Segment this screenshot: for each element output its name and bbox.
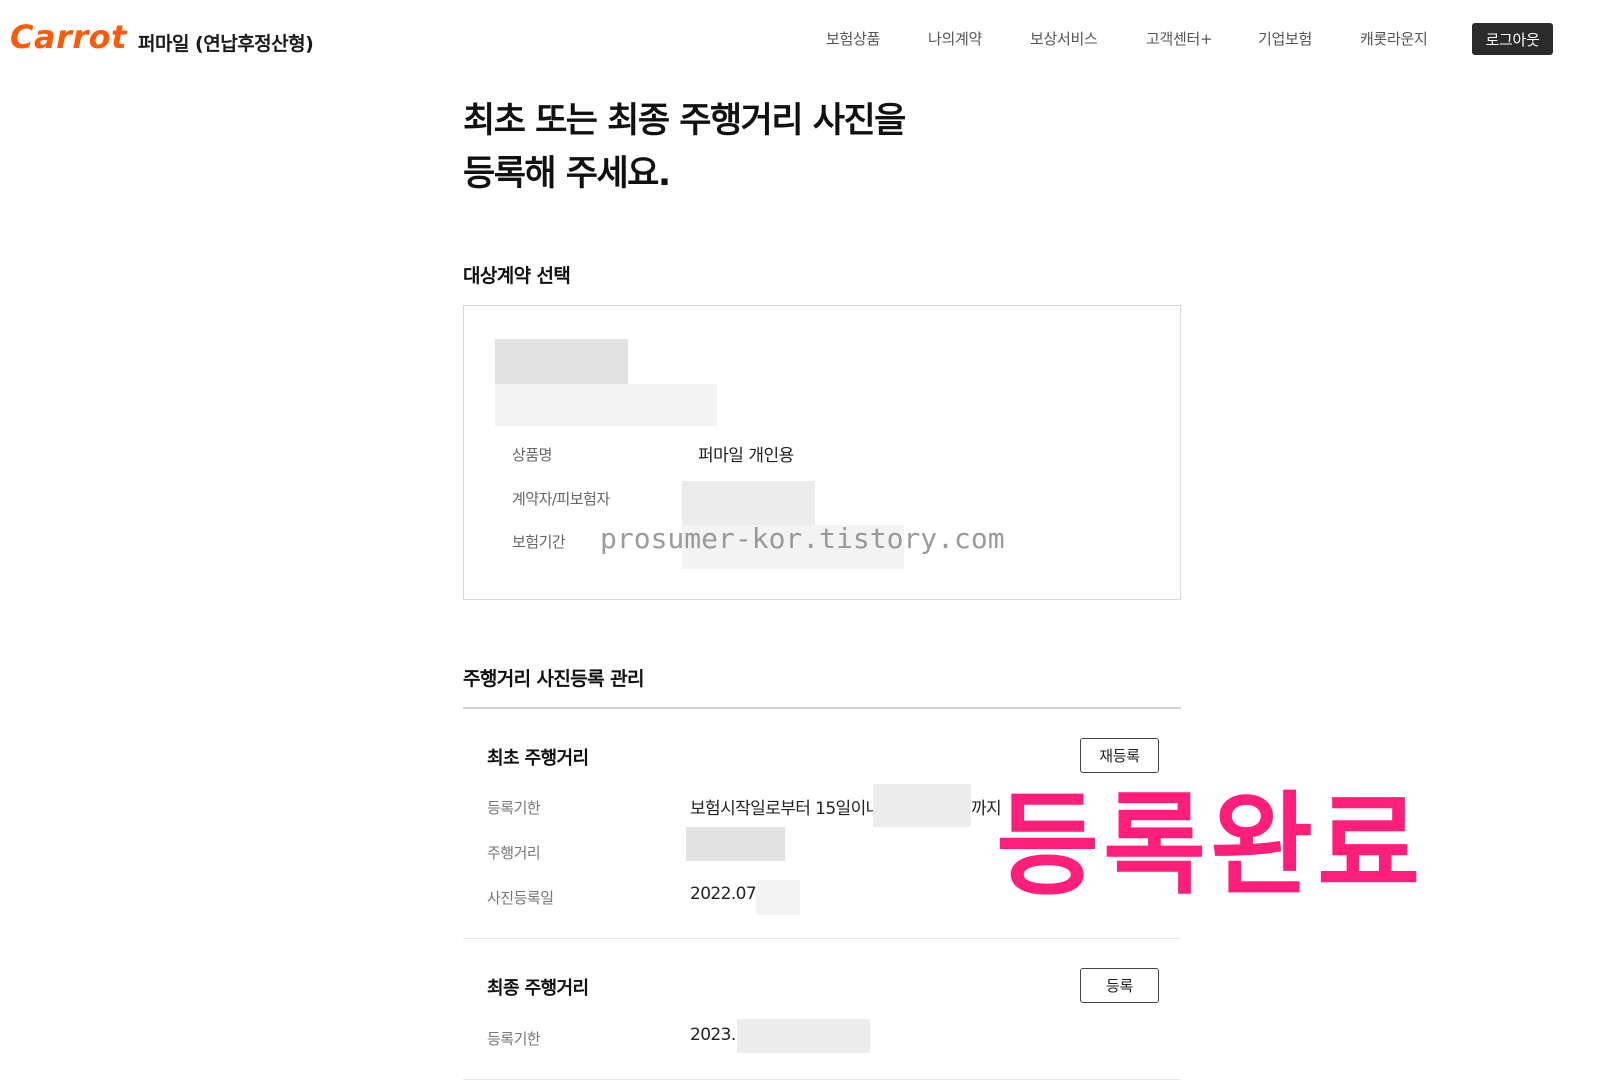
nav-item-carrot-lounge[interactable]: 캐롯라운지 bbox=[1360, 28, 1428, 49]
first-label-mileage: 주행거리 bbox=[487, 844, 541, 862]
final-value-deadline: 2023. bbox=[690, 1025, 736, 1045]
first-mileage-title: 최초 주행거리 bbox=[487, 748, 589, 769]
redacted-photo-date bbox=[756, 880, 800, 915]
main-nav: 보험상품 나의계약 보상서비스 고객센터+ 기업보험 캐롯라운지 bbox=[0, 28, 1600, 52]
nav-item-insurance-products[interactable]: 보험상품 bbox=[826, 28, 880, 49]
contract-label-period: 보험기간 bbox=[512, 533, 566, 551]
final-label-deadline: 등록기한 bbox=[487, 1030, 541, 1048]
final-mileage-title: 최종 주행거리 bbox=[487, 978, 589, 999]
section-divider bbox=[463, 707, 1181, 709]
mileage-section-title: 주행거리 사진등록 관리 bbox=[463, 668, 644, 690]
page-title: 최초 또는 최종 주행거리 사진을 등록해 주세요. bbox=[463, 95, 1163, 201]
page-title-line-1: 최초 또는 최종 주행거리 사진을 bbox=[463, 101, 906, 141]
nav-item-customer-center[interactable]: 고객센터+ bbox=[1146, 28, 1213, 49]
nav-item-corporate-insurance[interactable]: 기업보험 bbox=[1258, 28, 1312, 49]
registration-complete-stamp: 등록완료 bbox=[996, 781, 1425, 911]
page-title-line-2: 등록해 주세요. bbox=[463, 154, 671, 194]
redacted-mileage bbox=[686, 827, 785, 861]
contract-card[interactable]: 상품명 퍼마일 개인용 계약자/피보험자 보험기간 bbox=[463, 305, 1181, 600]
nav-item-my-contracts[interactable]: 나의계약 bbox=[928, 28, 982, 49]
re-register-button[interactable]: 재등록 bbox=[1080, 738, 1159, 773]
bottom-divider bbox=[463, 1079, 1181, 1080]
register-button[interactable]: 등록 bbox=[1080, 968, 1159, 1003]
first-label-deadline: 등록기한 bbox=[487, 799, 541, 817]
redacted-final-deadline bbox=[737, 1019, 870, 1053]
first-value-photo-date: 2022.07. bbox=[690, 884, 762, 904]
first-label-photo-date: 사진등록일 bbox=[487, 889, 554, 907]
nav-item-claims-service[interactable]: 보상서비스 bbox=[1030, 28, 1098, 49]
logout-button[interactable]: 로그아웃 bbox=[1472, 23, 1553, 55]
contract-value-product: 퍼마일 개인용 bbox=[698, 446, 794, 466]
contract-label-product: 상품명 bbox=[512, 446, 552, 464]
redacted-deadline-date bbox=[873, 784, 971, 827]
row-divider bbox=[463, 938, 1181, 939]
redacted-contract-name bbox=[495, 339, 628, 384]
watermark-text: prosumer-kor.tistory.com bbox=[600, 522, 1005, 555]
first-value-deadline: 보험시작일로부터 15일이나 bbox=[690, 799, 881, 819]
contract-section-title: 대상계약 선택 bbox=[463, 265, 571, 287]
top-header: Carrot 퍼마일 (연납후정산형) 보험상품 나의계약 보상서비스 고객센터… bbox=[0, 0, 1600, 78]
redacted-policyholder bbox=[682, 481, 815, 525]
redacted-contract-number bbox=[495, 384, 717, 426]
contract-label-policyholder: 계약자/피보험자 bbox=[512, 490, 610, 508]
